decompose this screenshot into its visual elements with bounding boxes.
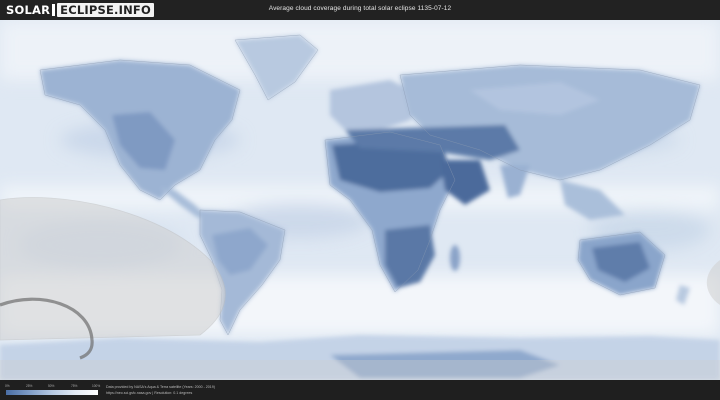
legend-tick-75: 75%	[71, 384, 78, 388]
map-title: Average cloud coverage during total sola…	[268, 5, 452, 12]
legend-tick-0: 0%	[5, 384, 10, 388]
data-credit: Data provided by NASA's Aqua & Terra sat…	[106, 385, 215, 389]
top-bar: SOLAR ECLIPSE.INFO Average cloud coverag…	[0, 0, 720, 20]
legend-tick-25: 25%	[26, 384, 33, 388]
legend-tick-100: 100%	[92, 384, 101, 388]
legend-colorbar	[6, 390, 98, 395]
cloud-coverage-map[interactable]	[0, 20, 720, 380]
footer-bar	[0, 380, 720, 400]
legend-tick-50: 50%	[48, 384, 55, 388]
bottom-shade	[0, 360, 720, 380]
source-link[interactable]: https://neo.sci.gsfc.nasa.gov | Resoluti…	[106, 391, 192, 395]
